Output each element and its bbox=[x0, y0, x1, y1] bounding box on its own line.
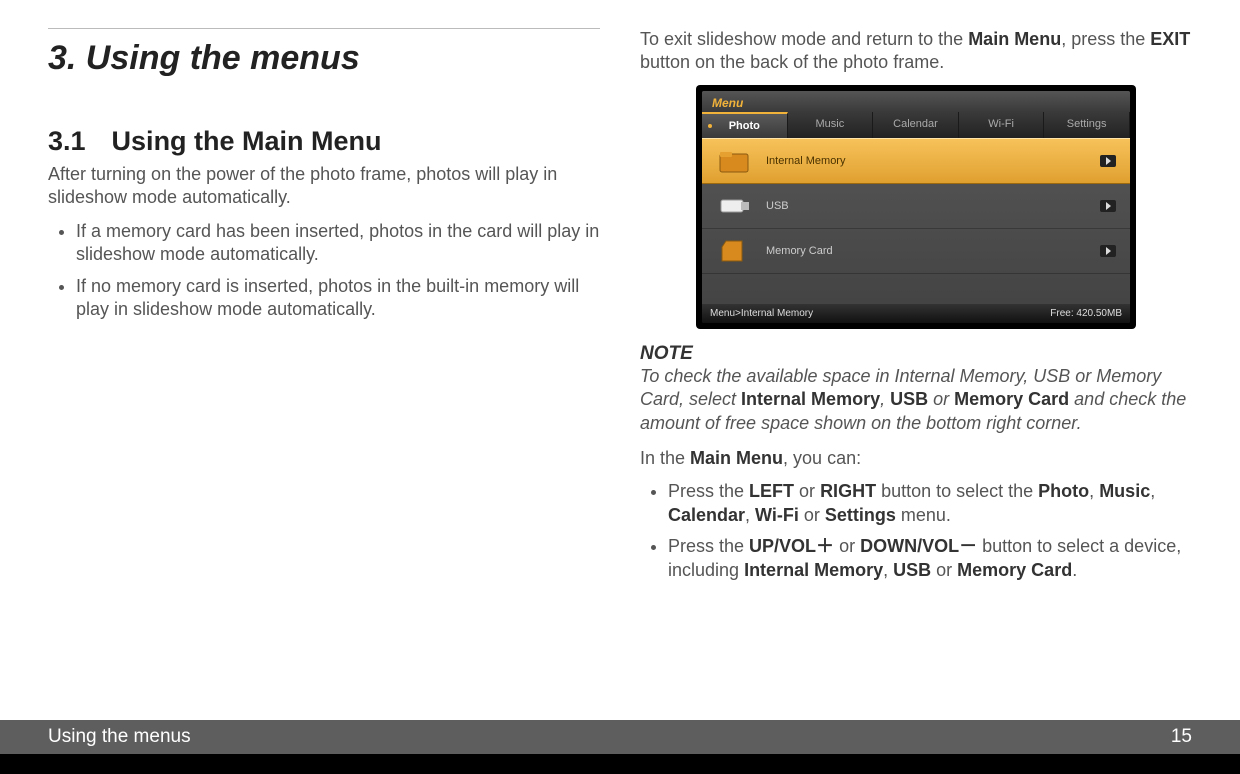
screenshot-tabs: Photo Music Calendar Wi-Fi Settings bbox=[702, 112, 1130, 138]
device-row-internal-memory: Internal Memory bbox=[702, 138, 1130, 184]
tab-calendar: Calendar bbox=[873, 112, 959, 138]
intro-paragraph: After turning on the power of the photo … bbox=[48, 163, 600, 210]
in-main-menu-paragraph: In the Main Menu, you can: bbox=[640, 447, 1192, 470]
device-screenshot: Menu Photo Music Calendar Wi-Fi Settings… bbox=[696, 85, 1136, 329]
device-row-usb: USB bbox=[702, 184, 1130, 229]
list-item: Press the LEFT or RIGHT button to select… bbox=[668, 480, 1192, 527]
list-item: If no memory card is inserted, photos in… bbox=[76, 275, 600, 322]
note-heading: NOTE bbox=[640, 343, 1192, 365]
chevron-right-icon bbox=[1100, 245, 1116, 257]
usb-icon bbox=[716, 192, 752, 220]
divider bbox=[48, 28, 600, 29]
device-row-memory-card: Memory Card bbox=[702, 229, 1130, 274]
exit-paragraph: To exit slideshow mode and return to the… bbox=[640, 28, 1192, 75]
device-row-label: Memory Card bbox=[766, 245, 833, 257]
footer-page-number: 15 bbox=[1171, 726, 1192, 748]
list-item: Press the UP/VOL＋ or DOWN/VOL－ button to… bbox=[668, 535, 1192, 582]
tab-photo: Photo bbox=[702, 112, 788, 138]
intro-bullets: If a memory card has been inserted, phot… bbox=[48, 220, 600, 322]
footer-title: Using the menus bbox=[48, 726, 191, 748]
screenshot-menu-label: Menu bbox=[702, 91, 1130, 112]
main-menu-bullets: Press the LEFT or RIGHT button to select… bbox=[640, 480, 1192, 582]
section-title: Using the Main Menu bbox=[112, 126, 382, 156]
screenshot-free-space: Free: 420.50MB bbox=[1050, 308, 1122, 319]
sd-card-icon bbox=[716, 237, 752, 265]
section-number: 3.1 bbox=[48, 126, 86, 157]
note-body: To check the available space in Internal… bbox=[640, 365, 1192, 435]
screenshot-breadcrumb: Menu>Internal Memory bbox=[710, 308, 813, 319]
folder-icon bbox=[716, 147, 752, 175]
screenshot-footer: Menu>Internal Memory Free: 420.50MB bbox=[702, 304, 1130, 323]
chevron-right-icon bbox=[1100, 200, 1116, 212]
left-column: 3. Using the menus 3.1 Using the Main Men… bbox=[48, 28, 600, 720]
tab-wifi: Wi-Fi bbox=[959, 112, 1045, 138]
tab-music: Music bbox=[788, 112, 874, 138]
right-column: To exit slideshow mode and return to the… bbox=[640, 28, 1192, 720]
list-item: If a memory card has been inserted, phot… bbox=[76, 220, 600, 267]
chevron-right-icon bbox=[1100, 155, 1116, 167]
device-row-label: Internal Memory bbox=[766, 155, 845, 167]
chapter-title: 3. Using the menus bbox=[48, 39, 600, 78]
page-footer: Using the menus 15 bbox=[0, 720, 1240, 774]
tab-settings: Settings bbox=[1044, 112, 1130, 138]
section-heading: 3.1 Using the Main Menu bbox=[48, 126, 600, 157]
device-row-label: USB bbox=[766, 200, 789, 212]
